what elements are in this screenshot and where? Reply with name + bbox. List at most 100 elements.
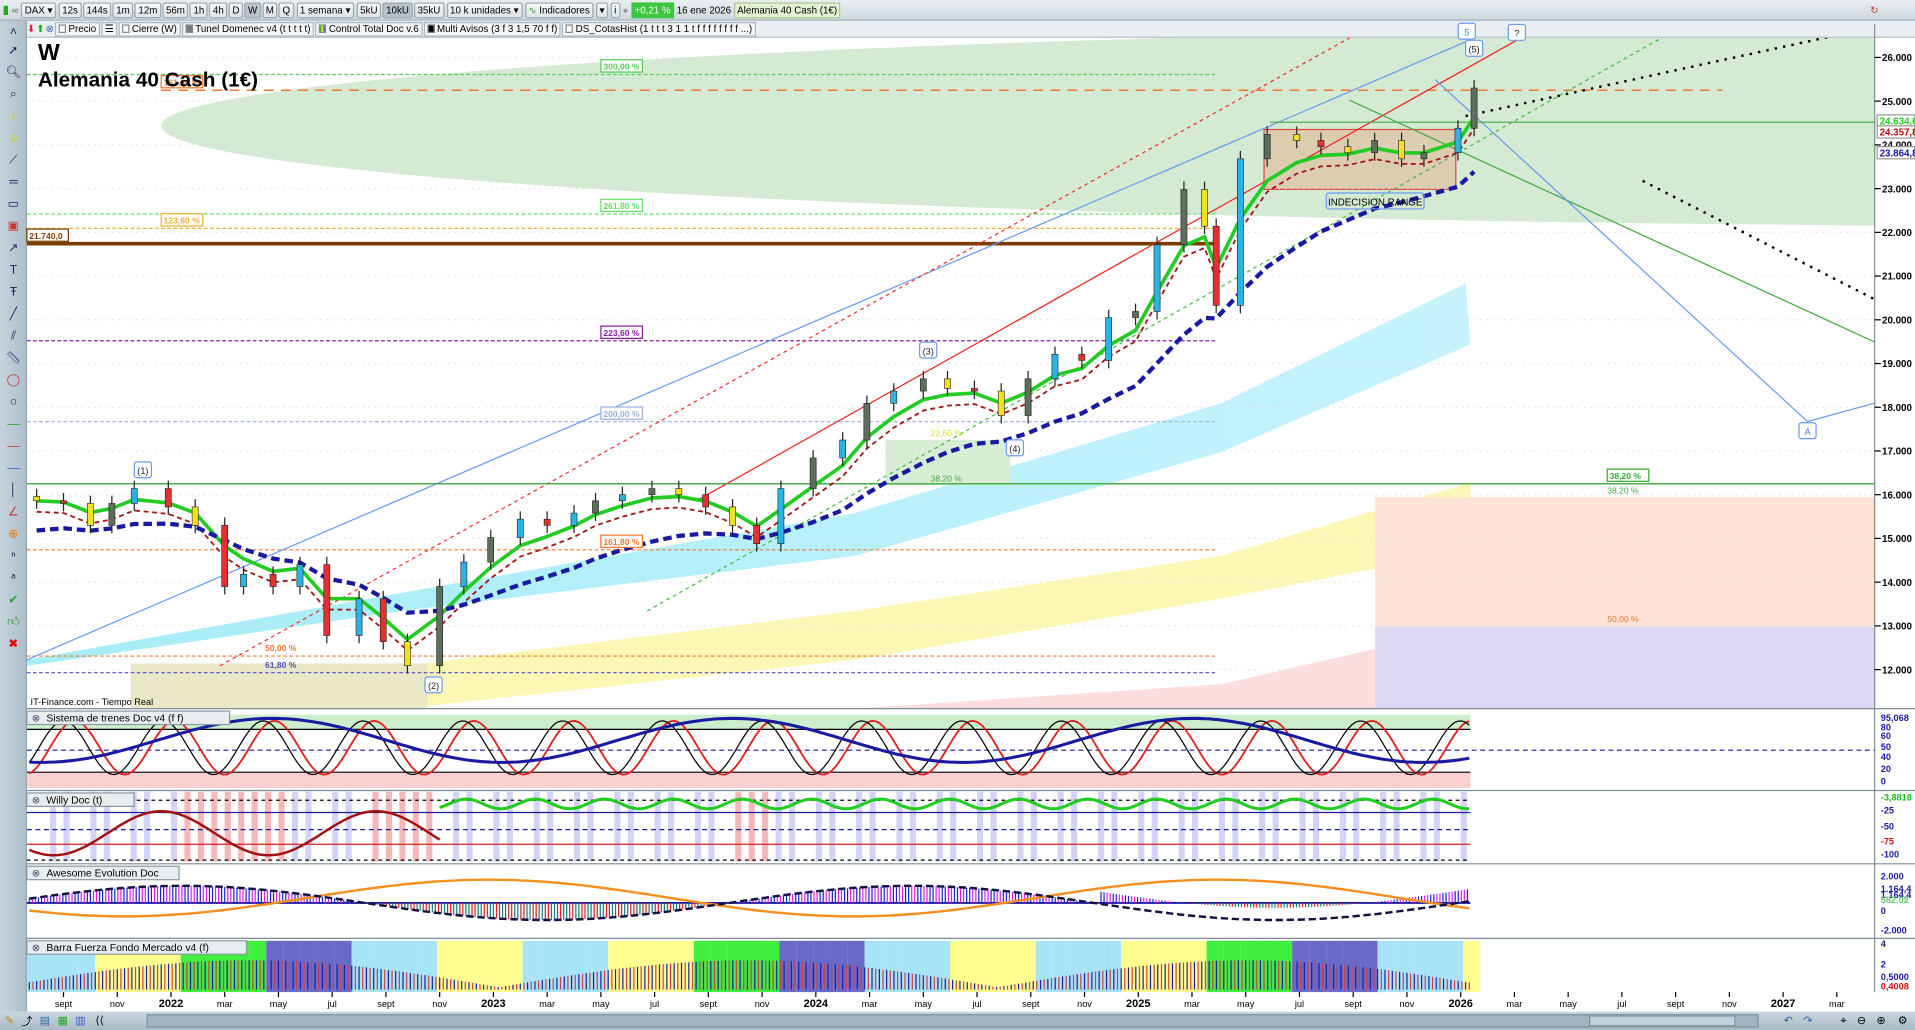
wave-label: (3): [923, 346, 934, 356]
candle-body[interactable]: [164, 488, 172, 508]
candle-body[interactable]: [379, 598, 387, 642]
candle-body[interactable]: [240, 573, 247, 587]
force-bar-stripe: [967, 940, 985, 993]
candle-body[interactable]: [1454, 127, 1462, 154]
candle-body[interactable]: [269, 573, 277, 587]
candle-body[interactable]: [863, 403, 871, 441]
candle-body[interactable]: [592, 500, 599, 514]
scroll-left-icon[interactable]: ⟨⟨: [95, 1014, 104, 1027]
price-badge-text: 24.357,8: [1880, 128, 1915, 139]
candle-body[interactable]: [1212, 225, 1220, 306]
candle-body[interactable]: [87, 503, 94, 526]
pane-close-icon[interactable]: ⊗: [32, 943, 40, 954]
candle-body[interactable]: [1153, 244, 1161, 312]
zoom-in-icon[interactable]: ⊕: [1876, 1014, 1885, 1027]
table-icon[interactable]: ▦: [57, 1014, 67, 1027]
candle-body[interactable]: [33, 496, 40, 502]
target-zone-upper: [1375, 497, 1875, 627]
candle-body[interactable]: [648, 488, 656, 496]
candle-body[interactable]: [130, 488, 138, 504]
pane-close-icon[interactable]: ⊗: [32, 869, 40, 880]
candle-body[interactable]: [777, 488, 785, 544]
share-icon[interactable]: ⤴: [21, 1013, 32, 1029]
candle-body[interactable]: [1078, 354, 1086, 361]
pane-axis-label: 95,068: [1881, 713, 1909, 723]
candle-body[interactable]: [1420, 152, 1428, 160]
willy-stripe: [1259, 791, 1266, 862]
candle-body[interactable]: [355, 598, 363, 636]
x-tick-label: may: [915, 999, 933, 1009]
candle-body[interactable]: [753, 525, 761, 544]
candle-body[interactable]: [1344, 146, 1352, 154]
pane-close-icon[interactable]: ⊗: [32, 713, 40, 724]
pane-axis-label: 50: [1881, 742, 1891, 752]
candle-body[interactable]: [1051, 354, 1059, 380]
y-tick-label: 12.000: [1882, 665, 1912, 676]
save-icon[interactable]: ▤: [40, 1014, 50, 1027]
pane-axis-label: -25: [1881, 806, 1894, 816]
pane-close-icon[interactable]: ⊗: [32, 795, 40, 806]
scrollbar-thumb[interactable]: [1588, 1015, 1736, 1027]
candle-body[interactable]: [1371, 140, 1379, 154]
chart-canvas[interactable]: 300,00 %161,80 %261,80 %123,60 %21.740,0…: [0, 0, 1915, 1030]
pane-axis-label: 0,5000: [1881, 972, 1909, 982]
willy-stripe: [1312, 791, 1320, 862]
candle-body[interactable]: [1180, 189, 1188, 245]
x-tick-label: sept: [55, 999, 73, 1009]
zoom-out-icon[interactable]: ⊖: [1857, 1014, 1866, 1027]
willy-stripe: [1151, 791, 1158, 862]
candle-body[interactable]: [404, 641, 411, 666]
zoom-fit-icon[interactable]: ⌖: [1840, 1014, 1846, 1027]
candle-body[interactable]: [1201, 189, 1208, 227]
undo-icon[interactable]: ↶: [1784, 1014, 1793, 1027]
pencil-icon[interactable]: ✎: [5, 1014, 14, 1027]
candle-body[interactable]: [1293, 134, 1301, 141]
candle-body[interactable]: [221, 525, 229, 587]
candle-body[interactable]: [619, 494, 626, 502]
projection-ellipse[interactable]: [161, 26, 1915, 226]
willy-stripe: [856, 791, 863, 862]
overbought-zone: [26, 714, 1471, 730]
candle-body[interactable]: [460, 561, 468, 587]
willy-stripe: [1460, 791, 1467, 862]
candle-body[interactable]: [543, 518, 551, 526]
horizontal-scrollbar[interactable]: [146, 1014, 1759, 1028]
candle-body[interactable]: [675, 488, 683, 496]
print-icon[interactable]: ▥: [75, 1014, 85, 1027]
time-axis[interactable]: sept nov 2022 mar may jul sept nov 2023 mar may jul…: [55, 992, 1845, 1010]
candle-body[interactable]: [323, 564, 331, 636]
candle-body[interactable]: [296, 564, 304, 587]
y-tick-label: 19.000: [1882, 359, 1912, 370]
candle-body[interactable]: [516, 518, 524, 538]
candle-body[interactable]: [1398, 140, 1405, 160]
candle-body[interactable]: [1236, 158, 1244, 306]
candle-body[interactable]: [839, 439, 847, 459]
x-tick-label: jul: [1616, 999, 1626, 1009]
candle-body[interactable]: [108, 503, 116, 526]
price-axis[interactable]: 26.00025.00024.00023.00022.00021.00020.0…: [1874, 53, 1915, 676]
candle-body[interactable]: [944, 378, 951, 389]
candle-body[interactable]: [1132, 311, 1139, 318]
candle-body[interactable]: [1317, 140, 1325, 147]
candle-body[interactable]: [890, 390, 898, 404]
candle-body[interactable]: [570, 512, 578, 526]
candle-body[interactable]: [1105, 317, 1113, 361]
candle-body[interactable]: [1263, 134, 1271, 160]
candle-body[interactable]: [436, 586, 444, 666]
candle-body[interactable]: [60, 500, 67, 504]
candle-body[interactable]: [1024, 378, 1032, 416]
candle-body[interactable]: [997, 390, 1005, 416]
candle-body[interactable]: [970, 388, 978, 392]
candle-body[interactable]: [919, 378, 927, 392]
retracement-label: 50,00 %: [1607, 614, 1639, 624]
candle-body[interactable]: [702, 494, 710, 508]
candle-body[interactable]: [729, 506, 736, 526]
redo-icon[interactable]: ↷: [1803, 1014, 1812, 1027]
candle-body[interactable]: [191, 506, 199, 526]
candle-body[interactable]: [1470, 87, 1478, 129]
candle-body[interactable]: [809, 457, 817, 489]
candle-body[interactable]: [487, 537, 495, 563]
indecision-range-box[interactable]: [1263, 128, 1457, 190]
willy-stripe: [735, 791, 742, 862]
settings-icon[interactable]: ⚙: [1898, 1014, 1908, 1027]
